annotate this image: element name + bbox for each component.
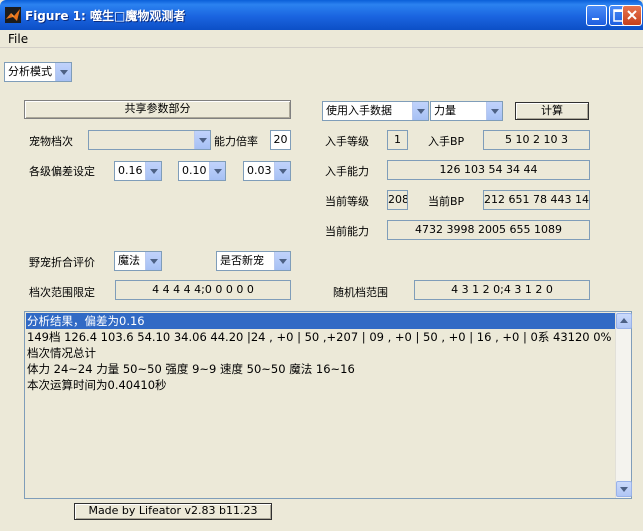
list-item[interactable]: 分析结果，偏差为0.16	[26, 313, 616, 329]
current-ability-field[interactable]: 4732 3998 2005 655 1089	[387, 220, 590, 240]
chevron-down-icon	[55, 63, 71, 81]
tier-dev-select-2[interactable]: 0.10	[178, 161, 226, 181]
input-ability-label: 入手能力	[325, 165, 369, 178]
chevron-down-icon	[486, 102, 502, 120]
current-ability-label: 当前能力	[325, 225, 369, 238]
chevron-down-icon	[209, 162, 225, 180]
menu-file[interactable]: File	[8, 32, 28, 46]
stat-select[interactable]: 力量	[430, 101, 503, 121]
chevron-down-icon	[412, 102, 428, 120]
window-title: Figure 1: 噬生□魔物观测者	[25, 9, 186, 23]
mode-select-value: 分析模式	[8, 65, 52, 78]
current-bp-label: 当前BP	[428, 195, 465, 208]
calc-button[interactable]: 计算	[515, 102, 589, 120]
pet-tier-select[interactable]	[88, 130, 211, 150]
minimize-icon	[592, 18, 599, 20]
range-field[interactable]: 4 4 4 4 4;0 0 0 0 0	[115, 280, 291, 300]
title-bar: Figure 1: 噬生□魔物观测者	[0, 0, 643, 30]
results-listbox[interactable]: 分析结果，偏差为0.16 149档 126.4 103.6 54.10 34.0…	[24, 311, 632, 499]
tier-dev-label: 各级偏差设定	[29, 165, 95, 178]
current-bp-field[interactable]: 212 651 78 443 141	[483, 190, 590, 210]
close-icon	[627, 10, 637, 20]
current-level-field[interactable]: 208	[387, 190, 408, 210]
tier-dev-value-1: 0.16	[118, 164, 143, 177]
chevron-down-icon	[274, 252, 290, 270]
minimize-button[interactable]	[586, 5, 607, 26]
scroll-up-button[interactable]	[616, 313, 632, 329]
wild-eval-label: 野宠折合评价	[29, 256, 95, 269]
list-item[interactable]: 档次情况总计	[26, 345, 96, 361]
chevron-down-icon	[274, 162, 290, 180]
chevron-down-icon	[145, 252, 161, 270]
input-bp-field[interactable]: 5 10 2 10 3	[483, 130, 590, 150]
mode-select[interactable]: 分析模式	[4, 62, 72, 82]
new-pet-value: 是否新宠	[220, 254, 264, 267]
wild-method-select[interactable]: 魔法	[114, 251, 162, 271]
menu-bar: File	[0, 30, 643, 48]
input-bp-label: 入手BP	[428, 135, 465, 148]
source-select-value: 使用入手数据	[326, 104, 392, 117]
source-select[interactable]: 使用入手数据	[322, 101, 429, 121]
list-item[interactable]: 149档 126.4 103.6 54.10 34.06 44.20 |24 ,…	[26, 329, 621, 345]
list-item[interactable]: 体力 24~24 力量 50~50 强度 9~9 速度 50~50 魔法 16~…	[26, 361, 355, 377]
ability-mult-field[interactable]: 20	[270, 130, 291, 150]
tier-dev-select-1[interactable]: 0.16	[114, 161, 162, 181]
vertical-scrollbar[interactable]	[615, 312, 632, 498]
current-level-label: 当前等级	[325, 195, 369, 208]
random-range-label: 随机档范围	[333, 286, 388, 299]
tier-dev-value-2: 0.10	[182, 164, 207, 177]
scroll-down-button[interactable]	[616, 481, 632, 497]
ability-mult-label: 能力倍率	[214, 135, 258, 148]
pet-tier-label: 宠物档次	[29, 135, 73, 148]
stat-select-value: 力量	[434, 104, 456, 117]
tier-dev-select-3[interactable]: 0.03	[243, 161, 291, 181]
made-by-button[interactable]: Made by Lifeator v2.83 b11.23	[74, 503, 272, 520]
shared-params-button[interactable]: 共享参数部分	[24, 100, 291, 119]
list-item[interactable]: 本次运算时间为0.40410秒	[26, 377, 167, 393]
range-label: 档次范围限定	[29, 286, 95, 299]
chevron-down-icon	[145, 162, 161, 180]
input-level-field[interactable]: 1	[387, 130, 408, 150]
input-level-label: 入手等级	[325, 135, 369, 148]
tier-dev-value-3: 0.03	[247, 164, 272, 177]
chevron-down-icon	[194, 131, 210, 149]
close-button[interactable]	[622, 5, 642, 26]
matlab-logo-icon	[5, 7, 21, 23]
app-window: Figure 1: 噬生□魔物观测者 File 分析模式 共享参数部分 宠物档次…	[0, 0, 643, 531]
wild-method-value: 魔法	[118, 254, 140, 267]
new-pet-select[interactable]: 是否新宠	[216, 251, 291, 271]
random-range-field[interactable]: 4 3 1 2 0;4 3 1 2 0	[414, 280, 590, 300]
input-ability-field[interactable]: 126 103 54 34 44	[387, 160, 590, 180]
